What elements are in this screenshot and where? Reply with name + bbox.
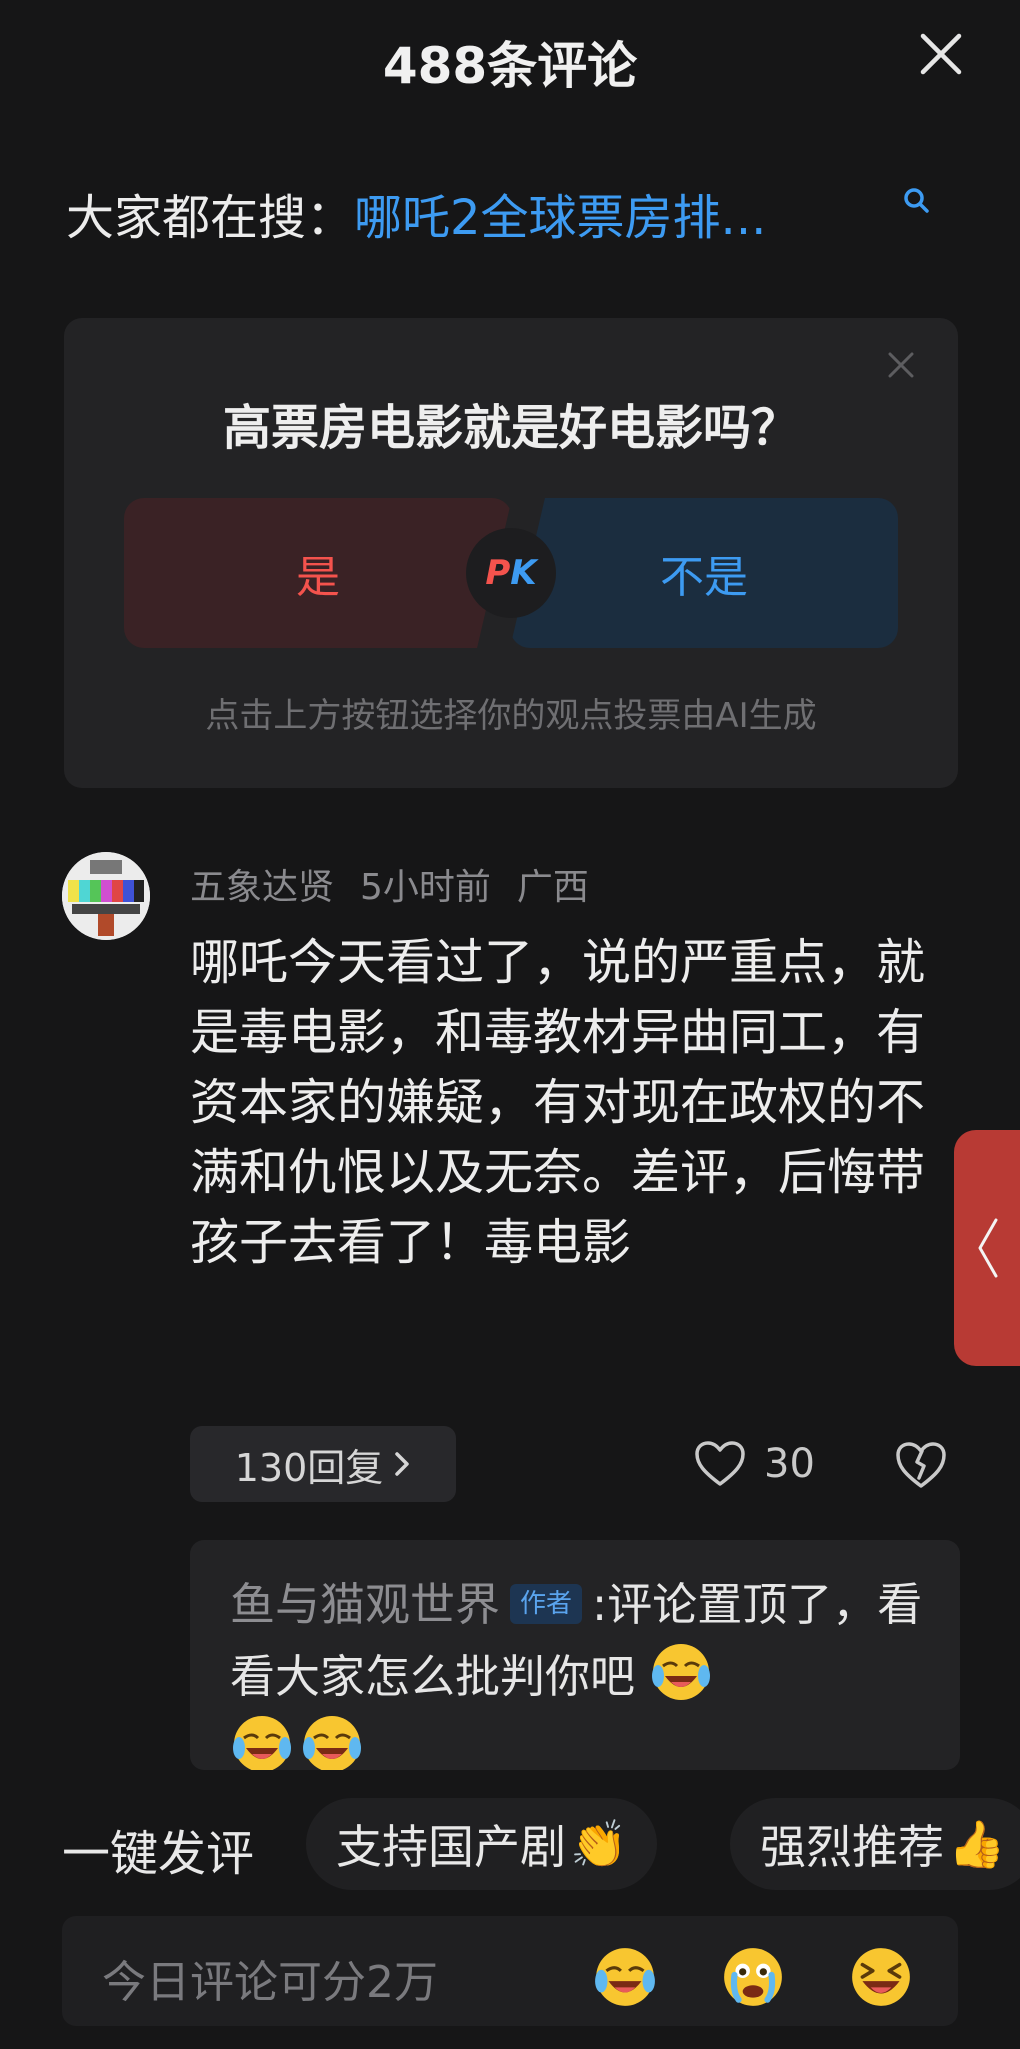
laughing-crying-emoji-icon bbox=[652, 1644, 711, 1700]
side-panel-tab[interactable] bbox=[954, 1130, 1020, 1366]
comment-meta: 五象达贤 5小时前 广西 bbox=[190, 858, 589, 910]
pk-badge-p: P bbox=[485, 553, 511, 593]
poll-option-no[interactable]: 不是 bbox=[510, 498, 898, 648]
laughing-crying-emoji-icon[interactable] bbox=[592, 1944, 658, 2010]
close-icon bbox=[920, 33, 962, 75]
author-reply: 鱼与猫观世界 作者:评论置顶了，看看大家怎么批判你吧 bbox=[190, 1540, 960, 1770]
trending-prefix: 大家都在搜： bbox=[66, 190, 355, 246]
comment-input[interactable]: 今日评论可分2万 bbox=[102, 1946, 438, 2010]
reply-author-name[interactable]: 鱼与猫观世界 bbox=[230, 1578, 500, 1631]
close-button[interactable] bbox=[915, 28, 967, 80]
comments-count-title: 488条评论 bbox=[382, 37, 638, 95]
comment-username[interactable]: 五象达贤 bbox=[190, 858, 334, 910]
poll-question: 高票房电影就是好电影吗？ bbox=[222, 400, 799, 456]
poll-footer-hint: 点击上方按钮选择你的观点投票由AI生成 bbox=[205, 696, 817, 736]
laughing-crying-emoji-icon bbox=[233, 1716, 291, 1770]
laughing-crying-emoji-icon bbox=[303, 1716, 361, 1770]
chevron-right-icon bbox=[395, 1452, 410, 1476]
reply-count-label: 130回复 bbox=[234, 1445, 384, 1490]
quick-comment-bar: 一键发评 支持国产剧 👏 强烈推荐 👍 bbox=[0, 1790, 1020, 1898]
trending-search: 大家都在搜： 哪吒2全球票房排... bbox=[66, 178, 766, 248]
quick-chip-highly-recommend[interactable]: 强烈推荐 👍 bbox=[730, 1798, 1020, 1890]
quick-comment-label: 一键发评 bbox=[62, 1826, 255, 1882]
comment-text: 哪吒今天看过了，说的严重点，就是毒电影，和毒教材异曲同工，有资本家的嫌疑，有对现… bbox=[190, 934, 926, 1271]
comment-time: 5小时前 bbox=[360, 867, 491, 908]
search-icon[interactable] bbox=[902, 186, 932, 216]
close-icon bbox=[888, 352, 914, 378]
crying-emoji-icon[interactable] bbox=[720, 1944, 786, 2010]
avatar[interactable] bbox=[62, 852, 150, 940]
thumbs-up-icon: 👍 bbox=[948, 1816, 1006, 1871]
poll-close-button[interactable] bbox=[886, 350, 916, 380]
author-reply-content: 鱼与猫观世界 作者:评论置顶了，看看大家怎么批判你吧 bbox=[230, 1570, 930, 1770]
pk-badge: PK bbox=[466, 528, 556, 618]
pk-badge-k: K bbox=[510, 553, 537, 593]
comment-location: 广西 bbox=[516, 867, 589, 908]
grinning-squint-emoji-icon[interactable] bbox=[848, 1944, 914, 2010]
author-badge: 作者 bbox=[510, 1584, 583, 1624]
clapping-hands-icon: 👏 bbox=[570, 1816, 628, 1871]
chevron-left-icon bbox=[978, 1218, 998, 1278]
heart-icon bbox=[695, 1441, 745, 1486]
broken-heart-icon bbox=[896, 1442, 946, 1488]
comment-input-bar: 今日评论可分2万 bbox=[62, 1916, 958, 2026]
view-replies-button[interactable]: 130回复 bbox=[190, 1426, 456, 1502]
like-button[interactable]: 30 bbox=[694, 1436, 815, 1492]
comments-panel: 488条评论 大家都在搜： 哪吒2全球票房排... 高票房电影就是好电影吗？ 是… bbox=[0, 0, 1020, 2049]
header: 488条评论 bbox=[0, 0, 1020, 120]
like-count: 30 bbox=[764, 1441, 815, 1487]
quick-chip-support-domestic[interactable]: 支持国产剧 👏 bbox=[306, 1798, 658, 1890]
test-card-avatar-icon bbox=[62, 852, 150, 940]
poll-option-yes[interactable]: 是 bbox=[124, 498, 512, 648]
quick-chip-text: 强烈推荐 bbox=[760, 1820, 944, 1874]
quick-chip-text: 支持国产剧 bbox=[336, 1820, 566, 1874]
dislike-button[interactable] bbox=[894, 1438, 948, 1492]
poll-card: 高票房电影就是好电影吗？ 是 不是 PK 点击上方按钮选择你的观点投票由AI生成 bbox=[64, 318, 958, 788]
trending-query-link[interactable]: 哪吒2全球票房排... bbox=[354, 178, 766, 248]
